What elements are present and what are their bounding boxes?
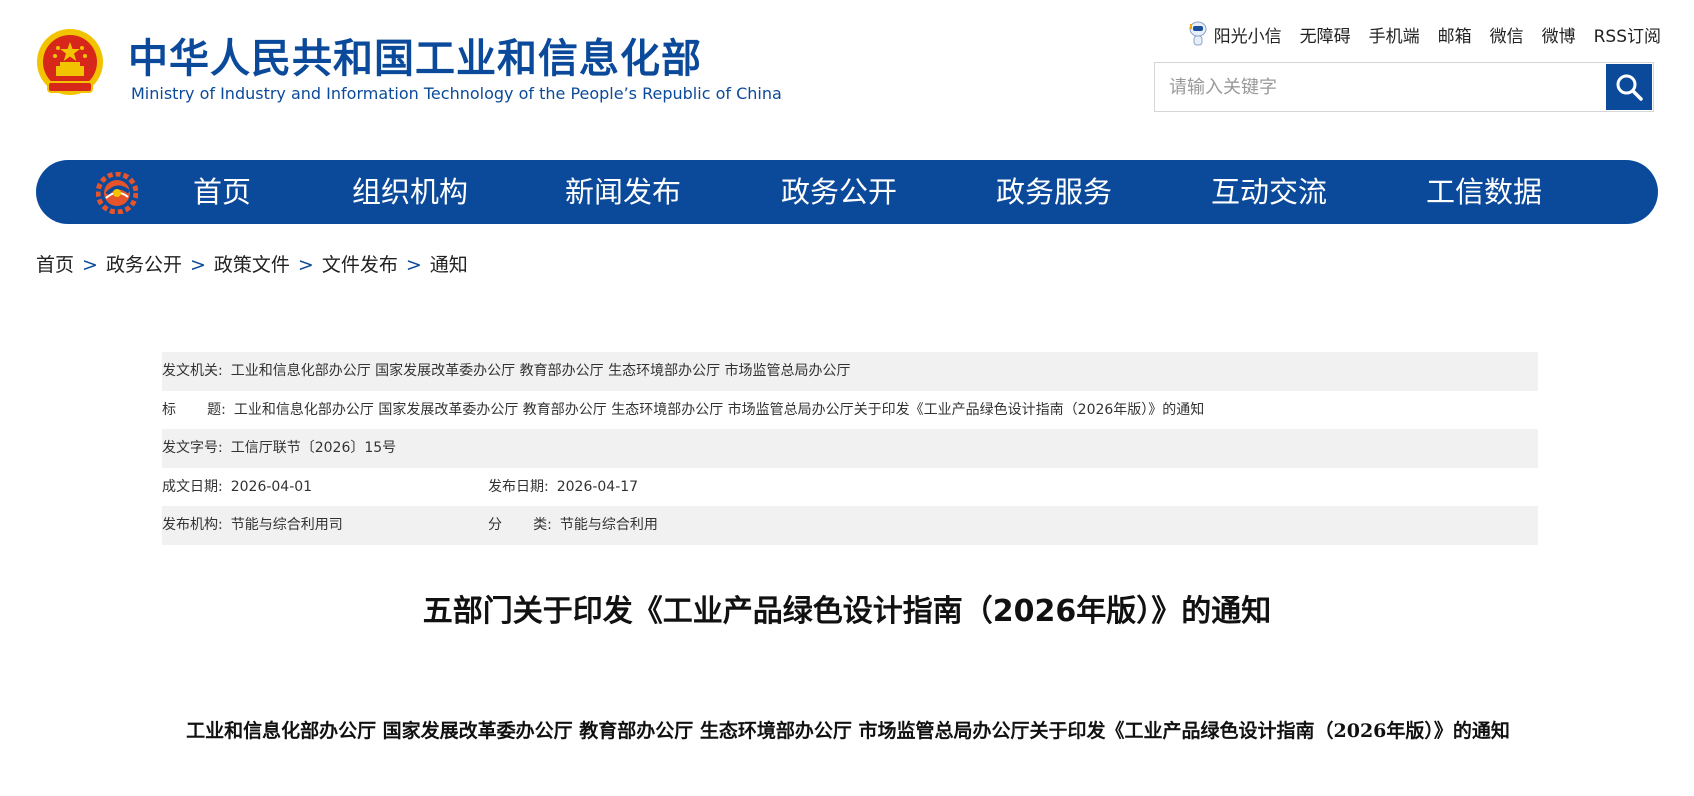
top-link-accessibility[interactable]: 无障碍 — [1300, 22, 1351, 47]
meta-label-publisher: 发布机构: — [162, 517, 223, 533]
site-subtitle: Ministry of Industry and Information Tec… — [131, 84, 782, 103]
meta-row-publisher: 发布机构: 节能与综合利用司 分 类: 节能与综合利用 — [162, 506, 1538, 545]
meta-label-category: 分 类: — [488, 517, 552, 533]
top-link-wechat[interactable]: 微信 — [1490, 22, 1524, 47]
breadcrumb-gov-affairs-open[interactable]: 政务公开 — [106, 254, 182, 276]
breadcrumb-separator: > — [405, 254, 422, 276]
miit-gear-logo-icon — [96, 172, 138, 214]
breadcrumb-document-release[interactable]: 文件发布 — [322, 254, 398, 276]
meta-label-doc-number: 发文字号: — [162, 440, 223, 456]
meta-cell-written-date: 成文日期: 2026-04-01 — [162, 468, 312, 507]
breadcrumb-separator: > — [189, 254, 206, 276]
breadcrumb-home[interactable]: 首页 — [36, 254, 74, 276]
meta-label-issuer: 发文机关: — [162, 363, 223, 379]
national-emblem-icon — [37, 29, 103, 95]
meta-cell-publish-date: 发布日期: 2026-04-17 — [488, 468, 638, 507]
search-input[interactable] — [1155, 63, 1603, 111]
breadcrumb-notice[interactable]: 通知 — [430, 254, 468, 276]
article-subtitle: 工业和信息化部办公厅 国家发展改革委办公厅 教育部办公厅 生态环境部办公厅 市场… — [186, 720, 1510, 742]
meta-row-title: 标 题: 工业和信息化部办公厅 国家发展改革委办公厅 教育部办公厅 生态环境部办公… — [162, 391, 1538, 430]
meta-label-publish-date: 发布日期: — [488, 478, 549, 495]
breadcrumb: 首页 > 政务公开 > 政策文件 > 文件发布 > 通知 — [36, 250, 468, 277]
meta-value-publish-date: 2026-04-17 — [556, 478, 639, 495]
top-link-mail[interactable]: 邮箱 — [1438, 22, 1472, 47]
top-link-sunshine-xiaoxin[interactable]: 阳光小信 — [1188, 20, 1282, 48]
meta-row-issuer: 发文机关: 工业和信息化部办公厅 国家发展改革委办公厅 教育部办公厅 生态环境部办… — [162, 352, 1538, 391]
robot-assistant-icon — [1189, 21, 1207, 46]
meta-label-title: 标 题: — [162, 401, 226, 418]
meta-value-issuer: 工业和信息化部办公厅 国家发展改革委办公厅 教育部办公厅 生态环境部办公厅 市场… — [230, 363, 851, 379]
nav-item-gov-services[interactable]: 政务服务 — [996, 160, 1112, 224]
nav-item-gov-affairs-open[interactable]: 政务公开 — [781, 160, 897, 224]
main-nav: 首页 组织机构 新闻发布 政务公开 政务服务 互动交流 工信数据 — [36, 160, 1658, 224]
meta-value-publisher: 节能与综合利用司 — [230, 517, 343, 533]
meta-cell-category: 分 类: 节能与综合利用 — [488, 506, 658, 545]
nav-item-home[interactable]: 首页 — [193, 160, 251, 224]
nav-item-data[interactable]: 工信数据 — [1426, 160, 1542, 224]
breadcrumb-separator: > — [82, 254, 98, 276]
meta-value-title: 工业和信息化部办公厅 国家发展改革委办公厅 教育部办公厅 生态环境部办公厅 市场… — [233, 401, 1205, 418]
breadcrumb-separator: > — [297, 254, 314, 276]
meta-label-written-date: 成文日期: — [162, 478, 223, 495]
top-links: 阳光小信 无障碍 手机端 邮箱 微信 微博 RSS订阅 — [1188, 20, 1661, 48]
meta-row-dates: 成文日期: 2026-04-01 发布日期: 2026-04-17 — [162, 468, 1538, 507]
article-title: 五部门关于印发《工业产品绿色设计指南（2026年版）》的通知 — [422, 594, 1272, 629]
nav-item-news[interactable]: 新闻发布 — [565, 160, 681, 224]
top-link-rss[interactable]: RSS订阅 — [1594, 22, 1661, 47]
meta-row-doc-number: 发文字号: 工信厅联节〔2026〕15号 — [162, 429, 1538, 468]
meta-value-written-date: 2026-04-01 — [230, 478, 313, 495]
search-icon — [1616, 74, 1643, 101]
site-title: 中华人民共和国工业和信息化部 — [128, 36, 702, 82]
nav-item-organization[interactable]: 组织机构 — [352, 160, 468, 224]
search-box — [1154, 62, 1654, 112]
meta-value-category: 节能与综合利用 — [559, 517, 658, 533]
nav-item-interaction[interactable]: 互动交流 — [1211, 160, 1327, 224]
top-link-label: 阳光小信 — [1213, 26, 1282, 47]
meta-cell-publisher: 发布机构: 节能与综合利用司 — [162, 506, 343, 545]
document-metadata-table: 发文机关: 工业和信息化部办公厅 国家发展改革委办公厅 教育部办公厅 生态环境部办… — [162, 352, 1538, 545]
search-button[interactable] — [1606, 64, 1652, 110]
top-link-mobile[interactable]: 手机端 — [1369, 22, 1420, 47]
breadcrumb-policy-documents[interactable]: 政策文件 — [214, 254, 290, 276]
meta-value-doc-number: 工信厅联节〔2026〕15号 — [230, 440, 397, 456]
top-link-weibo[interactable]: 微博 — [1542, 22, 1576, 47]
